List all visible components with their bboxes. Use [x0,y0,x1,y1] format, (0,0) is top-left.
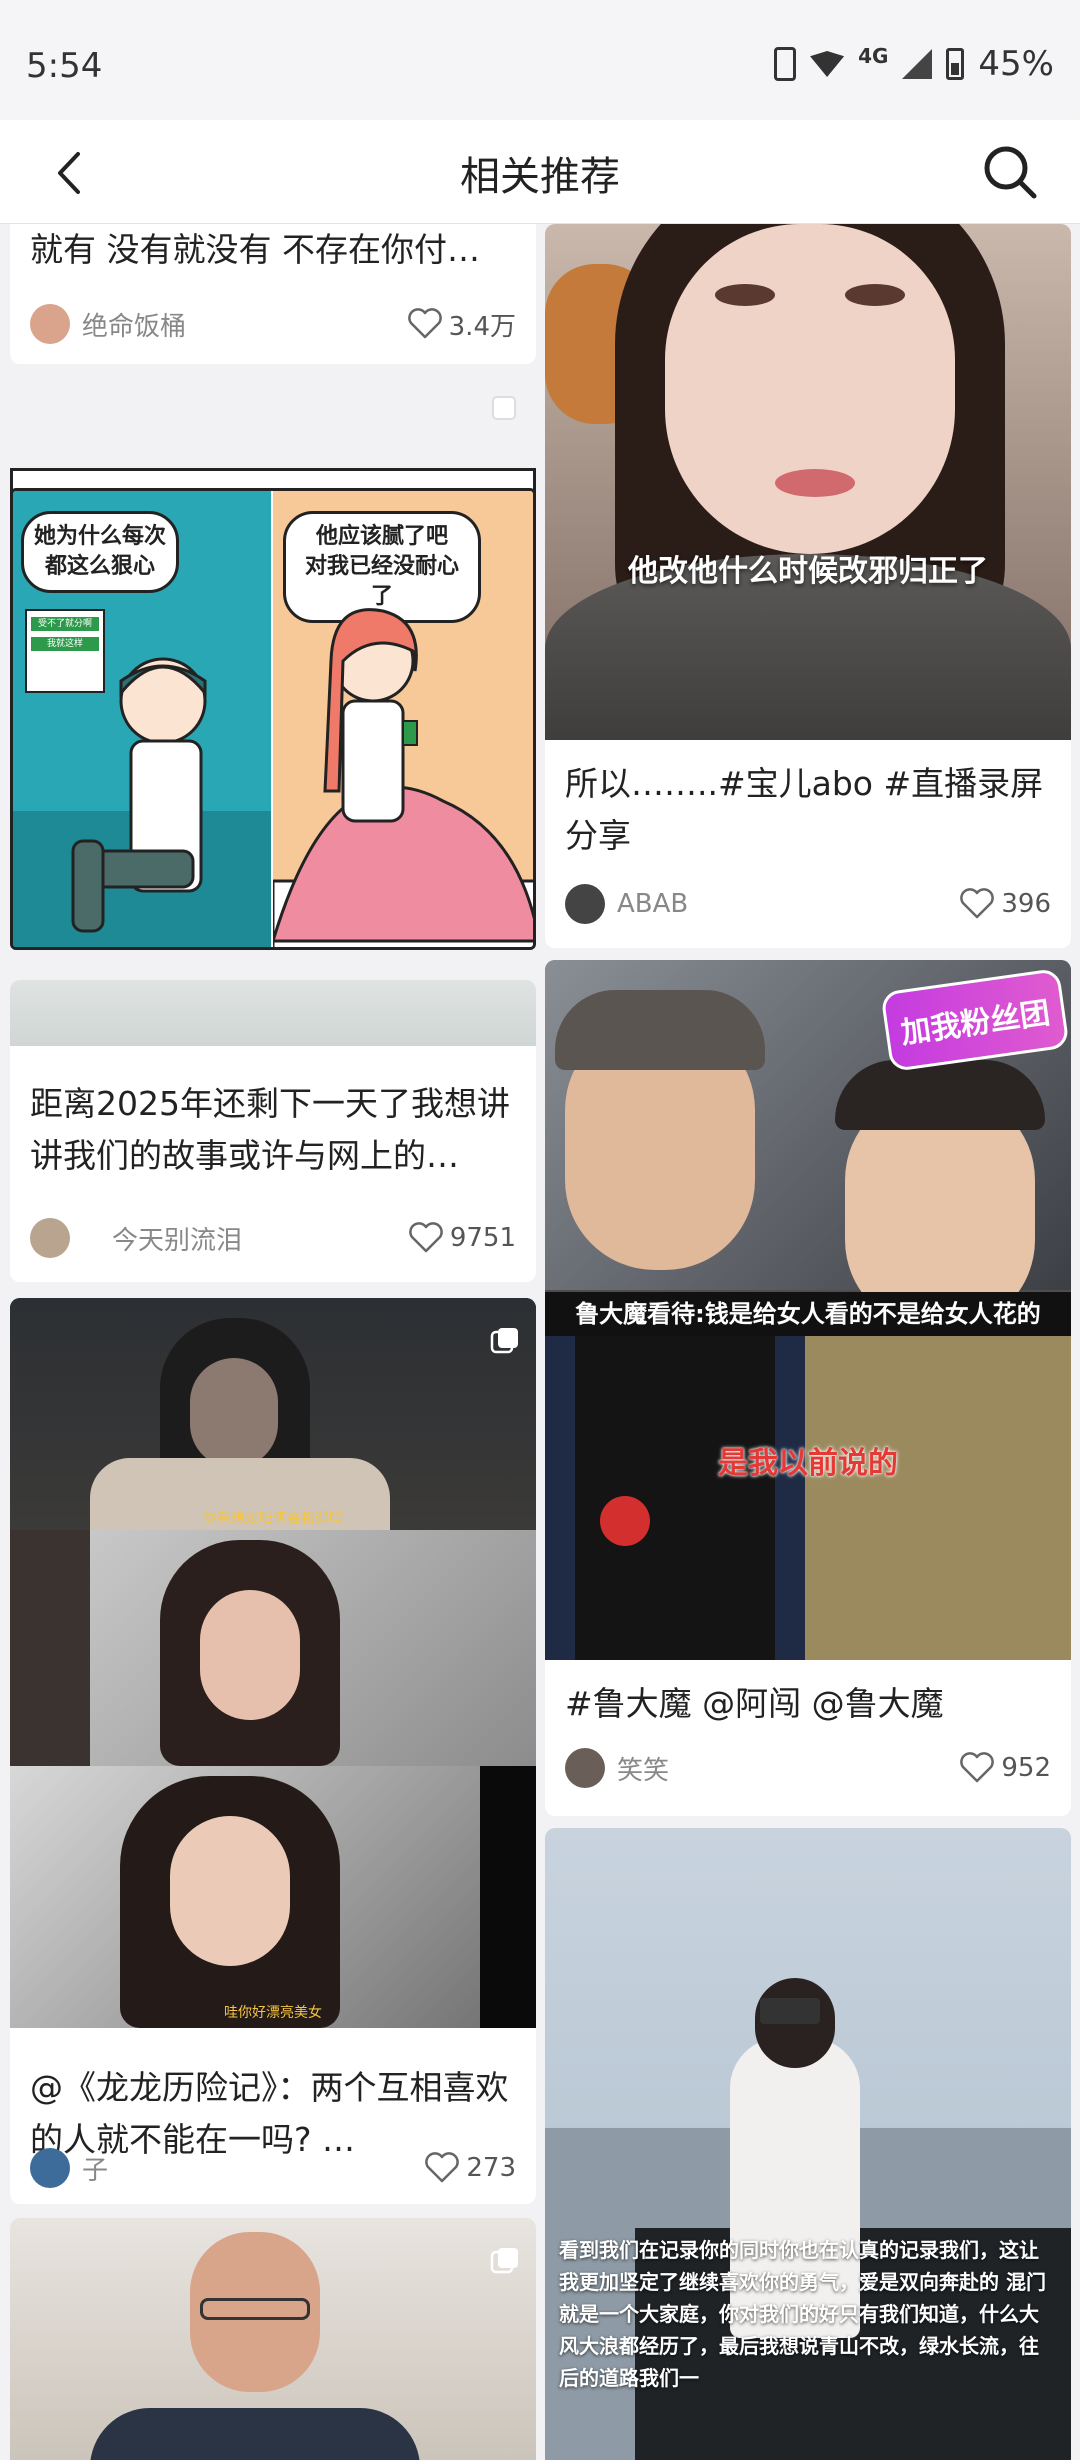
comic-panel-right: 他应该腻了吧 对我已经没耐心了 [273,491,533,947]
battery-percent: 45% [978,44,1054,84]
status-time: 5:54 [26,46,103,86]
like-count: 952 [1001,1753,1051,1783]
card-caption: #鲁大魔 @阿闯 @鲁大魔 [565,1684,944,1723]
multi-image-icon [490,2248,518,2274]
feed-card[interactable]: 加我粉丝团 鲁大魔看待:钱是给女人看的不是给女人花的 是我以前说的 #鲁大魔 @… [545,960,1071,1816]
card-meta: 子 273 [30,2148,516,2188]
feed-card[interactable] [10,2218,536,2460]
card-caption: 距离2025年还剩下一天了我想讲讲我们的故事或许与网上的… [30,1084,510,1175]
heart-icon [425,2152,460,2183]
sim-icon [774,47,797,81]
like-count: 3.4万 [448,311,516,342]
card-username[interactable]: 今天别流泪 [112,1220,408,1257]
heart-icon [960,888,995,919]
card-image: 看到我们在记录你的同时你也在认真的记录我们，这让我更加坚定了继续喜欢你的勇气，爱… [545,1828,1071,2460]
feed-card[interactable]: 看到我们在记录你的同时你也在认真的记录我们，这让我更加坚定了继续喜欢你的勇气，爱… [545,1828,1071,2460]
status-icons: 4G 45% [774,44,1054,84]
card-image: 加我粉丝团 鲁大魔看待:钱是给女人看的不是给女人花的 是我以前说的 [545,960,1071,1660]
multi-image-icon [490,1328,518,1354]
card-image-collage: 你有想过咱俩会相遇吗 哇你好漂亮美女 [10,1298,536,2028]
comic-panel-left: 她为什么每次 都这么狠心 受不了就分啊 我就这样 [13,491,271,947]
card-username[interactable]: ABAB [617,889,959,919]
signal-icon [902,49,933,79]
video-subtitle: 你有想过咱俩会相遇吗 [203,1511,343,1527]
card-image: 他改他什么时候改邪归正了 [545,224,1071,740]
feed-card[interactable]: 你有想过咱俩会相遇吗 哇你好漂亮美女 @《龙龙历险记》：两个互相喜欢的人就不能在… [10,1298,536,2204]
avatar[interactable] [565,884,605,924]
heart-icon [960,1752,995,1783]
like-count: 396 [1001,889,1051,919]
network-type: 4G [858,44,889,68]
feed-card[interactable]: 就有 没有就没有 不存在你付… 绝命饭桶 3.4万 [10,224,536,364]
page-title: 相关推荐 [460,154,620,200]
top-nav-bar: 相关推荐 [0,120,1080,224]
image-overlay-text: 他改他什么时候改邪归正了 [628,554,988,589]
avatar[interactable] [30,2148,70,2188]
video-banner-text: 鲁大魔看待:钱是给女人看的不是给女人花的 [545,1292,1071,1336]
heart-icon [407,308,442,339]
card-image [10,2218,536,2460]
comic-girl-illustration [273,608,533,947]
comic-boy-illustration [13,657,271,947]
card-username[interactable]: 绝命饭桶 [82,306,407,343]
avatar[interactable] [30,304,70,344]
image-overlay-text: 看到我们在记录你的同时你也在认真的记录我们，这让我更加坚定了继续喜欢你的勇气，爱… [559,2238,1046,2390]
like-button[interactable]: 3.4万 [407,306,516,343]
card-username[interactable]: 子 [82,2150,424,2187]
status-bar: 5:54 4G 45% [0,0,1080,120]
video-subtitle: 哇你好漂亮美女 [224,2005,322,2021]
avatar[interactable] [30,1218,70,1258]
feed-card[interactable]: 他改他什么时候改邪归正了 所以……..#宝儿abo #直播录屏分享 ABAB 3… [545,224,1071,948]
card-meta: 绝命饭桶 3.4万 [30,304,516,344]
card-username[interactable]: 笑笑 [617,1750,959,1787]
card-caption: 就有 没有就没有 不存在你付… [30,230,480,269]
video-subtitle: 是我以前说的 [718,1446,898,1481]
multi-image-icon [492,396,516,420]
feed-card[interactable]: 距离2025年还剩下一天了我想讲讲我们的故事或许与网上的… 今天别流泪 9751 [10,980,536,1282]
card-caption: 所以……..#宝儿abo #直播录屏分享 [565,764,1044,855]
like-button[interactable]: 952 [959,1752,1051,1784]
wifi-icon [810,51,845,77]
recommendation-feed[interactable]: 就有 没有就没有 不存在你付… 绝命饭桶 3.4万 她为什么每次 都这么狠心 受… [0,224,1080,2460]
speech-bubble: 她为什么每次 都这么狠心 [21,511,179,593]
like-button[interactable]: 273 [424,2152,516,2184]
search-icon[interactable] [980,142,1040,202]
card-meta: 笑笑 952 [565,1748,1051,1788]
avatar[interactable] [565,1748,605,1788]
card-image [10,980,536,1046]
card-meta: ABAB 396 [565,884,1051,924]
card-image-comic[interactable]: 她为什么每次 都这么狠心 受不了就分啊 我就这样 他应该腻了吧 对我已经没耐心了 [10,488,536,950]
like-button[interactable]: 9751 [408,1222,516,1254]
heart-icon [409,1222,443,1253]
like-count: 9751 [449,1223,516,1253]
like-count: 273 [466,2153,516,2183]
message: 受不了就分啊 [31,617,99,631]
like-button[interactable]: 396 [959,888,1051,920]
card-meta: 今天别流泪 9751 [30,1218,516,1258]
battery-icon [946,48,965,80]
